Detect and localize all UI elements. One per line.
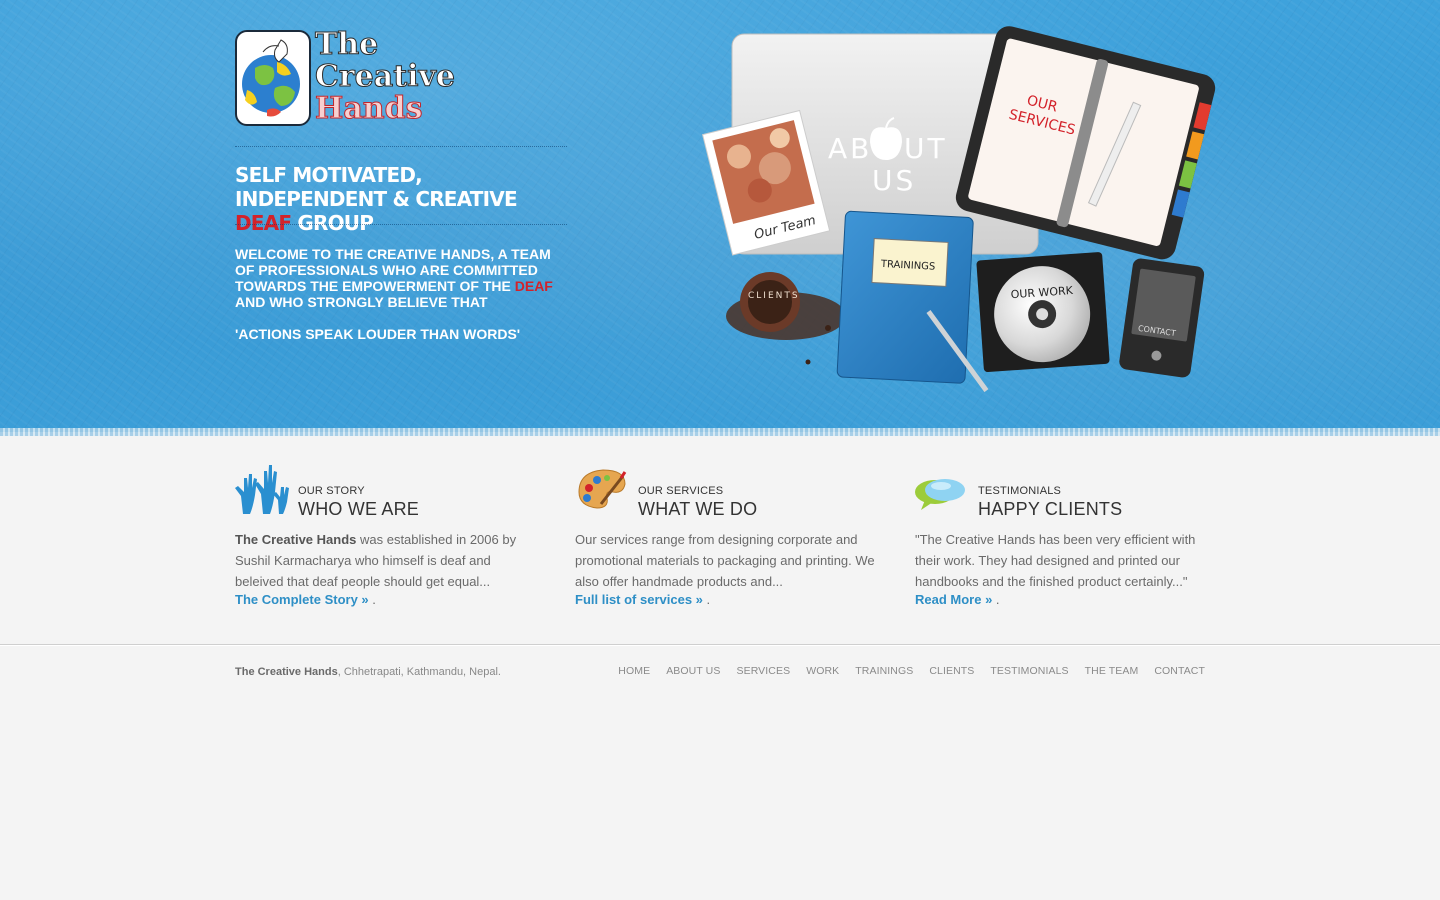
link-suffix: . [702, 592, 711, 607]
column-kicker: Our Services [638, 485, 724, 497]
link-suffix: . [992, 592, 1000, 607]
column-body-text: "The Creative Hands has been very effici… [915, 532, 1196, 589]
hands-icon [235, 462, 290, 517]
footer-org: The Creative Hands [235, 666, 338, 678]
column-body-text: Our services range from designing corpor… [575, 532, 875, 589]
speech-bubbles-icon [915, 462, 970, 517]
read-more-link[interactable]: Read More » [915, 592, 992, 607]
footer-nav-services[interactable]: Services [736, 665, 790, 677]
about-label-1: AB [828, 132, 872, 165]
motto-quote: 'ACTIONS SPEAK LOUDER THAN WORDS' [235, 326, 521, 342]
column-link-row: The Complete Story » . [235, 592, 376, 607]
logo-line-2: Creative [315, 59, 456, 94]
welcome-text: Welcome to the Creative Hands, a team of… [235, 246, 565, 310]
column-body: Our services range from designing corpor… [575, 529, 875, 592]
column-link-row: Read More » . [915, 592, 1000, 607]
footer-nav-contact[interactable]: Contact [1154, 665, 1205, 677]
globe-puzzle-icon [235, 30, 311, 126]
desk-collage: AB UT US Our Team OUR SERVICES CLIENTS T… [700, 20, 1220, 410]
footer-nav-testimonials[interactable]: Testimonials [990, 665, 1068, 677]
footer-address: The Creative Hands, Chhetrapati, Kathman… [235, 666, 501, 678]
footer-nav: Home About Us Services Work Trainings Cl… [602, 665, 1205, 677]
column-kicker: Testimonials [978, 485, 1062, 497]
clients-label: CLIENTS [748, 291, 800, 301]
footer-nav-trainings[interactable]: Trainings [855, 665, 913, 677]
column-title: What We Do [638, 499, 758, 519]
our-work-cd[interactable]: OUR WORK [976, 252, 1110, 373]
link-suffix: . [368, 592, 376, 607]
logo-wordmark: The Creative Hands [315, 27, 456, 126]
torn-paper-edge [0, 428, 1440, 436]
welcome-part-1: Welcome to the Creative Hands, a team of… [235, 246, 551, 294]
services-list-link[interactable]: Full list of services » [575, 592, 703, 607]
logo[interactable]: The Creative Hands [235, 27, 460, 127]
footer-nav-the-team[interactable]: The Team [1085, 665, 1139, 677]
about-label-3: US [872, 164, 916, 197]
trainings-notebook[interactable]: TRAININGS [836, 210, 996, 393]
logo-line-1: The [315, 27, 379, 62]
tagline-part-1: Self Motivated, Independent & Creative [235, 163, 518, 211]
column-title: Who We Are [298, 499, 420, 519]
footer-divider [0, 644, 1440, 646]
welcome-highlight: Deaf [514, 278, 553, 294]
column-kicker: Our Story [298, 485, 365, 497]
column-body-bold: The Creative Hands [235, 532, 357, 547]
footer-address-text: , Chhetrapati, Kathmandu, Nepal. [337, 666, 501, 678]
footer-nav-home[interactable]: Home [618, 665, 650, 677]
welcome-part-2: and who strongly believe that [235, 294, 488, 310]
column-body: "The Creative Hands has been very effici… [915, 529, 1215, 592]
tagline-highlight: Deaf [235, 211, 292, 235]
logo-line-3: Hands [315, 91, 423, 126]
column-body: The Creative Hands was established in 20… [235, 529, 535, 592]
tagline-part-2: Group [291, 211, 374, 235]
clients-coffee[interactable]: CLIENTS [726, 272, 846, 365]
about-label-2: UT [904, 132, 948, 165]
complete-story-link[interactable]: The Complete Story » [235, 592, 369, 607]
footer-nav-work[interactable]: Work [806, 665, 839, 677]
column-link-row: Full list of services » . [575, 592, 710, 607]
palette-icon [575, 462, 630, 517]
column-title: Happy Clients [978, 499, 1123, 519]
divider [235, 224, 567, 225]
footer-nav-clients[interactable]: Clients [929, 665, 974, 677]
contact-phone[interactable]: CONTACT [1118, 258, 1205, 379]
footer-nav-about-us[interactable]: About Us [666, 665, 720, 677]
divider [235, 146, 567, 147]
